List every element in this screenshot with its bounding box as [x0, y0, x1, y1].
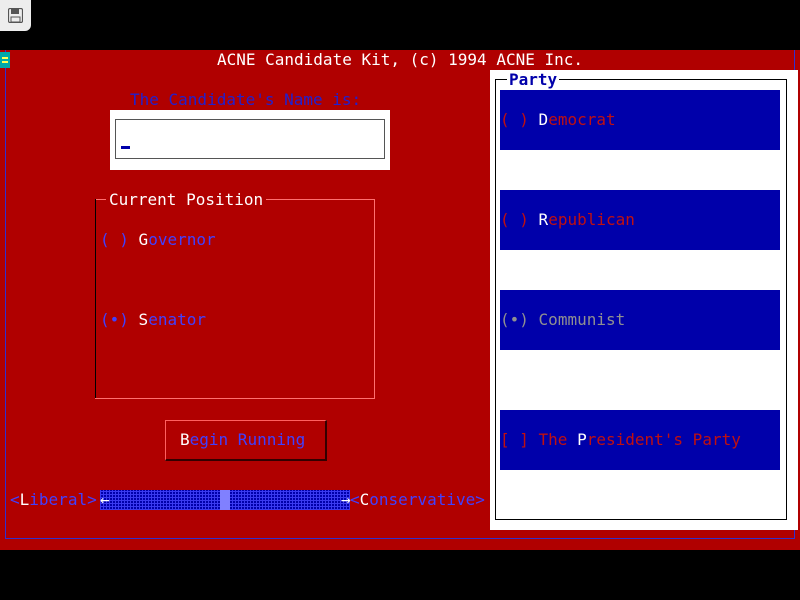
- presidents-party-checkbox[interactable]: [ ] The President's Party: [500, 430, 741, 450]
- hotkey-letter: L: [19, 490, 30, 509]
- current-position-title: Current Position: [106, 190, 267, 210]
- checkbox-indicator: [ ]: [500, 430, 529, 449]
- hotkey-letter: R: [538, 210, 549, 229]
- communist-label: Communist: [538, 310, 626, 329]
- window-title: ACNE Candidate Kit, (c) 1994 ACNE Inc.: [216, 50, 584, 69]
- radio-indicator: ( ): [100, 230, 129, 249]
- hotkey-letter: G: [138, 230, 149, 249]
- hotkey-letter: P: [577, 430, 587, 449]
- hotkey-letter: S: [138, 310, 149, 329]
- presidents-party-prefix: The: [528, 430, 578, 449]
- hotkey-letter: D: [538, 110, 549, 129]
- senator-label: enator: [148, 310, 206, 329]
- begin-running-text: egin Running: [189, 430, 306, 449]
- governor-label: overnor: [148, 230, 216, 249]
- republican-label: epublican: [548, 210, 635, 229]
- radio-indicator: ( ): [500, 210, 529, 229]
- candidate-name-input[interactable]: [115, 119, 385, 159]
- radio-indicator: (•): [500, 310, 529, 329]
- scroll-left-arrow-icon[interactable]: ←: [100, 490, 110, 510]
- liberal-label: <Liberal>: [10, 490, 97, 510]
- party-title: Party: [507, 70, 560, 90]
- radio-indicator: ( ): [500, 110, 529, 129]
- conservative-label: <Conservative>: [350, 490, 485, 510]
- begin-running-label: Begin Running: [180, 430, 305, 450]
- hotkey-letter: C: [359, 490, 370, 509]
- name-label: The Candidate's Name is:: [130, 90, 362, 109]
- scrollbar-thumb[interactable]: [220, 490, 230, 510]
- radio-indicator: (•): [100, 310, 129, 329]
- conservative-text: onservative>: [369, 490, 485, 509]
- democrat-label: emocrat: [548, 110, 616, 129]
- hotkey-letter: B: [180, 430, 190, 449]
- bracket: <: [350, 490, 360, 509]
- communist-radio: (•) Communist: [500, 310, 625, 330]
- floppy-disk-icon: [8, 8, 23, 23]
- democrat-radio[interactable]: ( ) Democrat: [500, 110, 616, 130]
- senator-radio[interactable]: (•) Senator: [100, 310, 206, 330]
- governor-radio[interactable]: ( ) Governor: [100, 230, 216, 250]
- republican-radio[interactable]: ( ) Republican: [500, 210, 635, 230]
- liberal-text: iberal>: [29, 490, 97, 509]
- text-cursor: [121, 146, 130, 149]
- bracket: <: [10, 490, 20, 509]
- save-button[interactable]: [0, 0, 31, 31]
- presidents-party-label: resident's Party: [586, 430, 741, 449]
